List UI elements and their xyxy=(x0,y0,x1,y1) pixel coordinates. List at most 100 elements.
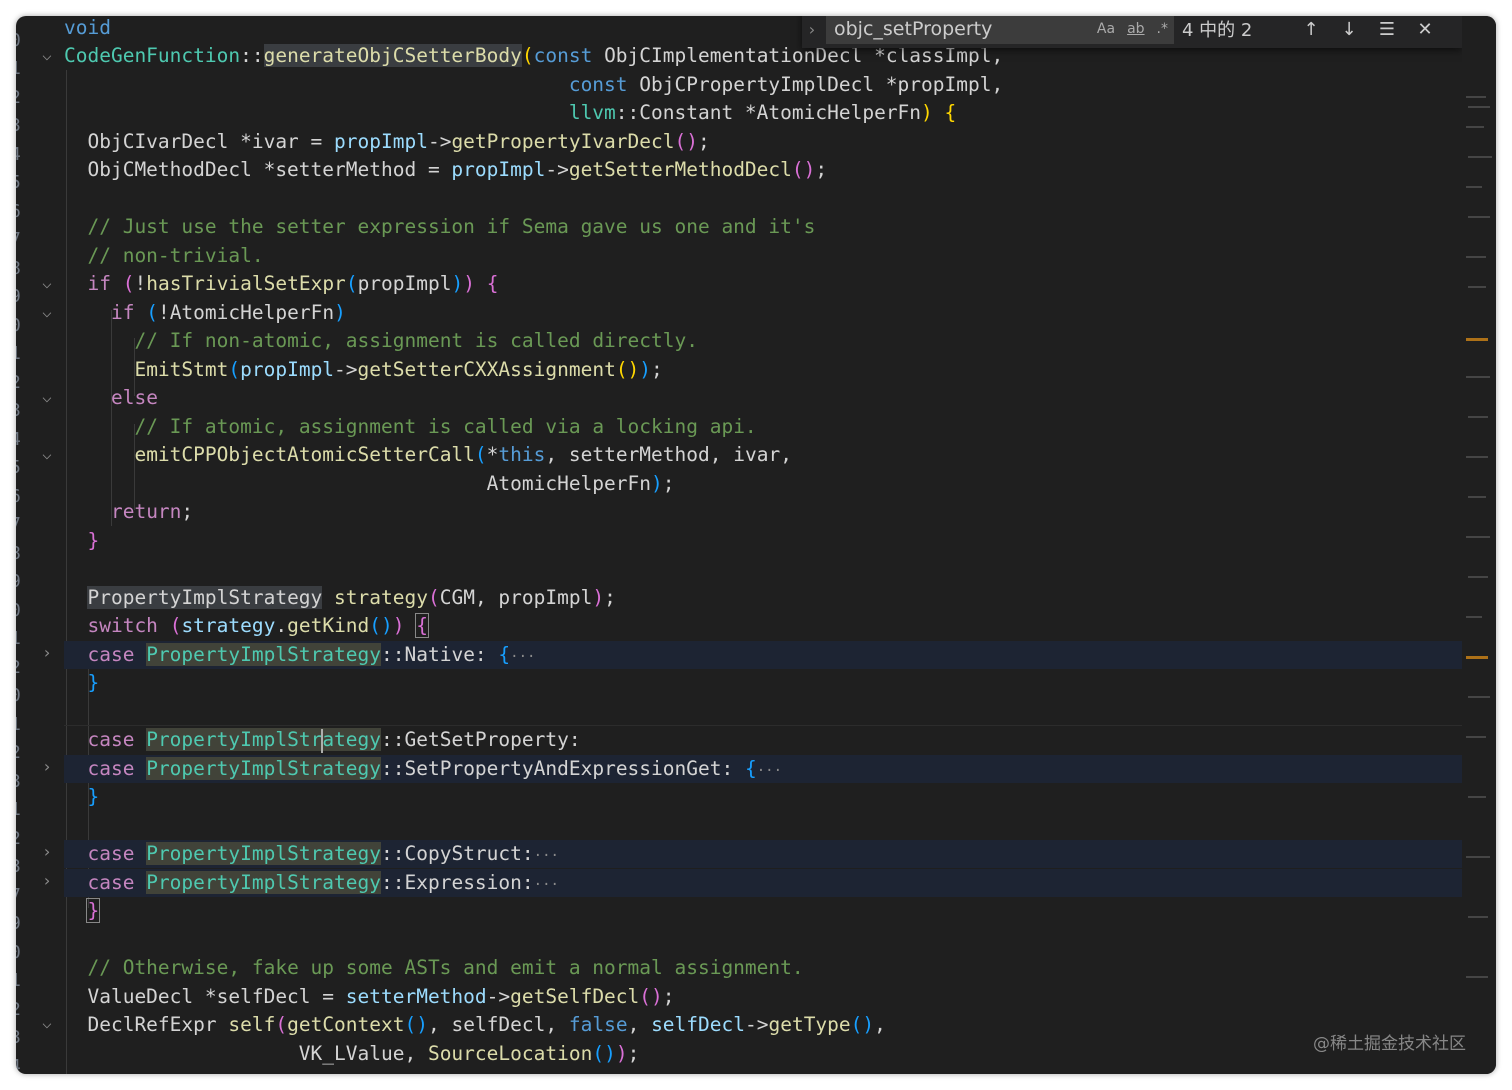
minimap-line xyxy=(1466,456,1488,458)
fold-collapsed-icon[interactable]: › xyxy=(38,867,56,895)
code-line: // If atomic, assignment is called via a… xyxy=(134,415,757,438)
line-number: 3 xyxy=(16,397,24,425)
code-line: } xyxy=(87,785,100,808)
regex-button[interactable]: .* xyxy=(1157,21,1168,37)
line-number: 3 xyxy=(16,768,24,796)
code-line: } xyxy=(87,529,100,552)
fold-expanded-icon[interactable]: ⌵ xyxy=(38,440,56,468)
line-number: 3 xyxy=(16,853,24,881)
find-input[interactable]: objc_setProperty Aa ab .* xyxy=(826,16,1174,44)
minimap-line xyxy=(1466,96,1486,98)
fold-expanded-icon[interactable]: ⌵ xyxy=(38,269,56,297)
line-number: 3 xyxy=(16,1024,24,1052)
minimap-line xyxy=(1466,186,1482,188)
fold-expanded-icon[interactable]: ⌵ xyxy=(38,298,56,326)
line-number: 1 xyxy=(16,625,24,653)
toggle-replace-chevron-icon[interactable]: › xyxy=(802,20,822,39)
fold-expanded-icon[interactable]: ⌵ xyxy=(38,41,56,69)
line-number: 2 xyxy=(16,996,24,1024)
match-case-button[interactable]: Aa xyxy=(1097,21,1115,37)
line-number: 1 xyxy=(16,796,24,824)
minimap-line xyxy=(1466,856,1490,858)
line-number: 1 xyxy=(16,711,24,739)
code-line: } xyxy=(87,671,100,694)
code-line: if (!hasTrivialSetExpr(propImpl)) { xyxy=(87,272,499,295)
minimap-line xyxy=(1466,736,1486,738)
fold-expanded-icon[interactable]: ⌵ xyxy=(38,383,56,411)
watermark: @稀土掘金技术社区 xyxy=(1313,1034,1466,1054)
line-number: 7 xyxy=(16,882,24,910)
close-icon[interactable]: ✕ xyxy=(1406,19,1444,40)
line-number: 6 xyxy=(16,483,24,511)
find-widget: › objc_setProperty Aa ab .* 4 中的 2 ↑ ↓ ☰… xyxy=(802,16,1462,48)
line-number: 8 xyxy=(16,540,24,568)
fold-expanded-icon[interactable]: ⌵ xyxy=(38,1009,56,1037)
code-line: // Otherwise, fake up some ASTs and emit… xyxy=(87,956,804,979)
minimap-find-highlight xyxy=(1466,338,1488,341)
minimap[interactable] xyxy=(1462,16,1496,1074)
minimap-line xyxy=(1468,156,1492,158)
next-match-arrow-down-icon[interactable]: ↓ xyxy=(1330,19,1368,40)
line-number: 2 xyxy=(16,739,24,767)
line-number: 8 xyxy=(16,255,24,283)
whole-word-button[interactable]: ab xyxy=(1127,21,1144,37)
minimap-line xyxy=(1466,536,1490,538)
code-line: AtomicHelperFn); xyxy=(64,472,675,495)
line-number: 0 xyxy=(16,27,24,55)
minimap-line xyxy=(1466,976,1488,978)
code-line: DeclRefExpr self(getContext(), selfDecl,… xyxy=(64,1013,886,1036)
code-line: llvm::Constant *AtomicHelperFn) { xyxy=(568,101,957,124)
text-cursor xyxy=(321,728,324,753)
code-line: ObjCIvarDecl *ivar = propImpl->getProper… xyxy=(64,130,710,153)
code-line: return; xyxy=(110,500,194,523)
fold-collapsed-icon[interactable]: › xyxy=(38,753,56,781)
line-number: 2 xyxy=(16,84,24,112)
minimap-line xyxy=(1466,376,1490,378)
minimap-line xyxy=(1468,496,1486,498)
code-line: emitCPPObjectAtomicSetterCall(*this, set… xyxy=(134,443,792,466)
line-number: 0 xyxy=(16,312,24,340)
code-line: // Just use the setter expression if Sem… xyxy=(87,215,816,238)
code-line: // If non-atomic, assignment is called d… xyxy=(134,329,698,352)
line-number: 9 xyxy=(16,568,24,596)
line-number: 0 xyxy=(16,597,24,625)
line-number: 0 xyxy=(16,939,24,967)
find-result-count: 4 中的 2 xyxy=(1182,20,1253,41)
line-number: 4 xyxy=(16,426,24,454)
line-number: 4 xyxy=(16,1053,24,1074)
code-line: } xyxy=(86,898,101,923)
line-number: 2 xyxy=(16,825,24,853)
line-number: 5 xyxy=(16,169,24,197)
minimap-line xyxy=(1466,256,1486,258)
fold-collapsed-icon[interactable]: › xyxy=(38,838,56,866)
code-line: PropertyImplStrategy strategy(CGM, propI… xyxy=(87,586,616,609)
line-number: 2 xyxy=(16,654,24,682)
code-line: ValueDecl *selfDecl = setterMethod->getS… xyxy=(64,985,675,1008)
minimap-line xyxy=(1468,216,1490,218)
code-line: case PropertyImplStrategy::GetSetPropert… xyxy=(87,728,581,753)
code-line: ObjCMethodDecl *setterMethod = propImpl-… xyxy=(64,158,828,181)
line-number: 9 xyxy=(16,910,24,938)
minimap-line xyxy=(1468,796,1486,798)
line-number: 7 xyxy=(16,511,24,539)
find-query: objc_setProperty xyxy=(834,18,993,40)
code-line: // non-trivial. xyxy=(87,244,264,267)
code-line: case PropertyImplStrategy::CopyStruct:··… xyxy=(64,840,1462,868)
minimap-line xyxy=(1468,416,1488,418)
code-line: case PropertyImplStrategy::SetPropertyAn… xyxy=(64,755,1462,783)
line-number: 3 xyxy=(16,112,24,140)
code-line: EmitStmt(propImpl->getSetterCXXAssignmen… xyxy=(134,358,663,381)
line-number: 1 xyxy=(16,967,24,995)
previous-match-arrow-up-icon[interactable]: ↑ xyxy=(1292,19,1330,40)
code-line xyxy=(64,698,1462,726)
minimap-find-highlight xyxy=(1466,656,1488,659)
fold-collapsed-icon[interactable]: › xyxy=(38,639,56,667)
find-in-selection-icon[interactable]: ☰ xyxy=(1368,19,1406,40)
code-editor-window: 0 1 2 3 4 5 6 7 8 9 0 1 2 3 4 5 6 7 8 9 … xyxy=(16,16,1496,1074)
minimap-line xyxy=(1468,576,1488,578)
code-line: const ObjCPropertyImplDecl *propImpl, xyxy=(568,73,1004,96)
code-area[interactable]: void CodeGenFunction::generateObjCSetter… xyxy=(64,16,1462,1074)
